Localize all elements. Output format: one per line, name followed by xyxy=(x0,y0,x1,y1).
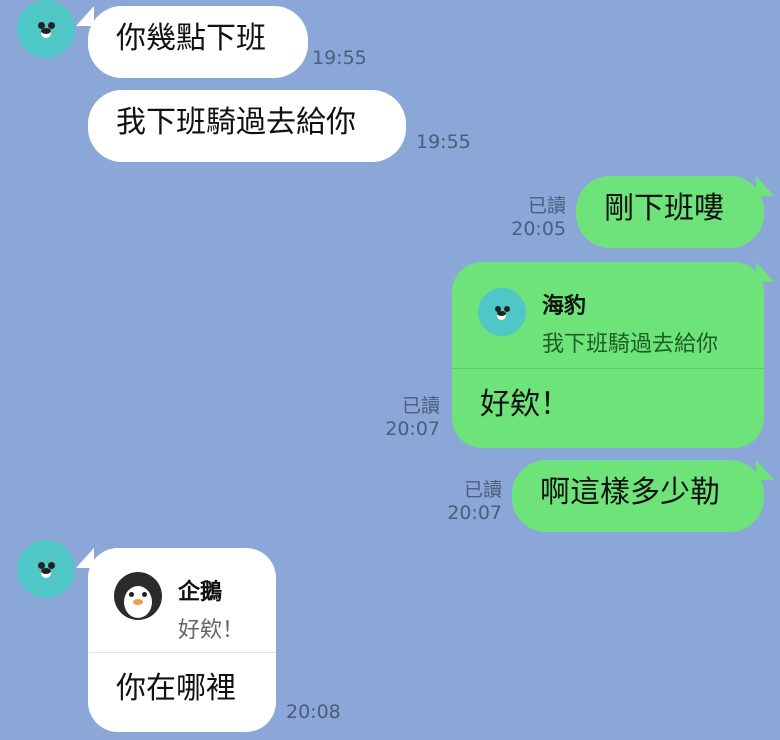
message-text: 你幾點下班 xyxy=(116,21,266,56)
quoted-message-text: 我下班騎過去給你 xyxy=(542,332,719,357)
quoted-sender-name: 海豹 xyxy=(542,294,587,319)
message-time: 20:07 xyxy=(447,502,502,524)
quoted-sender-avatar xyxy=(478,288,526,336)
read-receipt: 已讀 xyxy=(401,395,440,417)
outgoing-message-bubble[interactable]: 啊這樣多少勒 xyxy=(512,460,764,532)
message-time: 19:55 xyxy=(312,47,367,69)
reply-divider xyxy=(452,368,764,369)
message-time: 19:55 xyxy=(416,131,471,153)
contact-avatar-seal[interactable] xyxy=(17,540,75,598)
message-time: 20:05 xyxy=(511,218,566,240)
penguin-icon xyxy=(114,572,162,620)
message-text: 你在哪裡 xyxy=(116,671,236,706)
contact-avatar-seal[interactable] xyxy=(17,0,75,58)
bubble-tail xyxy=(756,460,774,480)
incoming-message-bubble[interactable]: 你幾點下班 xyxy=(88,6,308,78)
read-receipt: 已讀 xyxy=(527,195,566,217)
reply-divider xyxy=(88,652,276,653)
message-text: 啊這樣多少勒 xyxy=(540,475,720,510)
incoming-reply-bubble[interactable]: 企鵝 好欸！ 你在哪裡 xyxy=(88,548,276,732)
outgoing-reply-bubble[interactable]: 海豹 我下班騎過去給你 好欸！ xyxy=(452,262,764,448)
read-receipt: 已讀 xyxy=(463,479,502,501)
message-time: 20:08 xyxy=(286,701,341,723)
bubble-tail xyxy=(756,262,774,282)
quoted-message-text: 好欸！ xyxy=(178,618,245,643)
message-text: 好欸！ xyxy=(480,387,570,422)
outgoing-message-bubble[interactable]: 剛下班嘍 xyxy=(576,176,764,248)
incoming-message-bubble[interactable]: 我下班騎過去給你 xyxy=(88,90,406,162)
message-text: 我下班騎過去給你 xyxy=(116,105,356,140)
quoted-sender-name: 企鵝 xyxy=(178,580,223,605)
bubble-tail xyxy=(756,176,774,196)
message-text: 剛下班嘍 xyxy=(604,191,724,226)
message-time: 20:07 xyxy=(385,418,440,440)
